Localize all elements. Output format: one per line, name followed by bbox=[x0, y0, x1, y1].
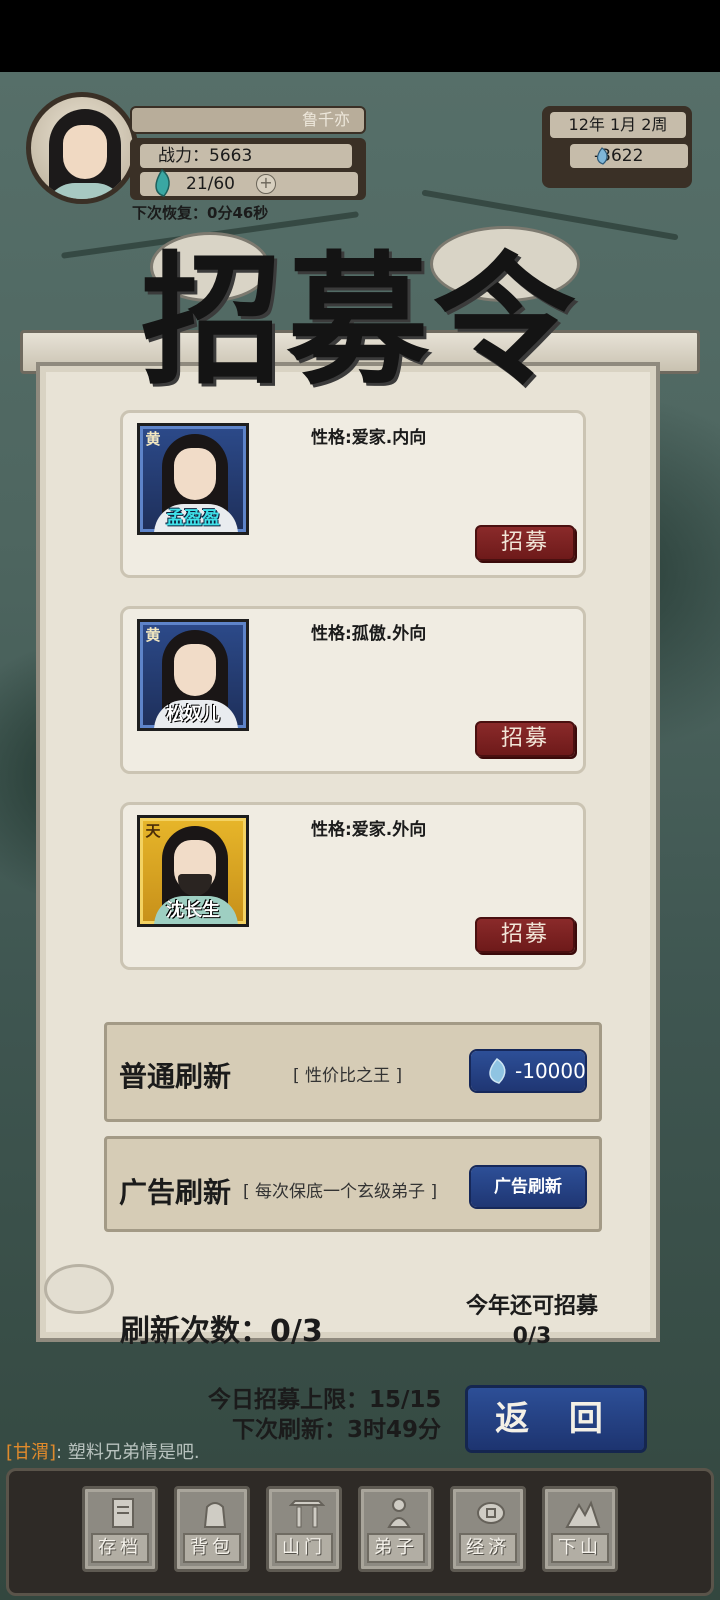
jade-currency-icon bbox=[597, 147, 608, 165]
player-name: 鲁千亦 bbox=[130, 106, 366, 134]
normal-refresh-box: 普通刷新 [ 性价比之王 ] -10000 bbox=[104, 1022, 602, 1122]
candidate-name: 孟盈盈 bbox=[166, 508, 220, 529]
candidate-trait: 性格:孤傲.外向 bbox=[311, 624, 427, 644]
refresh-count: 刷新次数：0/3 bbox=[120, 1314, 323, 1349]
jade-stamina-icon bbox=[155, 168, 170, 197]
mountain-icon bbox=[565, 1500, 601, 1528]
nav-disciples[interactable]: 弟子 bbox=[358, 1486, 434, 1572]
candidate-name: 松奴儿 bbox=[166, 704, 220, 725]
refresh-cost: -10000 bbox=[515, 1059, 586, 1083]
game-date: 12年 1月 2周 bbox=[550, 112, 686, 138]
ad-refresh-note: [ 每次保底一个玄级弟子 ] bbox=[243, 1182, 438, 1202]
candidate-portrait[interactable]: 黄 松奴儿 bbox=[137, 619, 249, 731]
daily-recruit-limit: 今日招募上限：15/15 bbox=[208, 1387, 442, 1413]
candidate-portrait[interactable]: 天 沈长生 bbox=[137, 815, 249, 927]
ad-refresh-button[interactable]: 广告刷新 bbox=[471, 1167, 585, 1207]
candidate-trait: 性格:爱家.外向 bbox=[311, 820, 427, 840]
nav-sect-gate[interactable]: 山门 bbox=[266, 1486, 342, 1572]
combat-power: 战力：5663 bbox=[140, 144, 352, 168]
candidate-name: 沈长生 bbox=[166, 900, 220, 921]
candidate-trait: 性格:爱家.内向 bbox=[311, 428, 427, 448]
add-stamina-button[interactable]: + bbox=[256, 174, 276, 194]
disciple-icon bbox=[387, 1498, 411, 1528]
grade-badge: 天 bbox=[145, 822, 161, 840]
next-refresh-timer: 下次刷新：3时49分 bbox=[232, 1417, 442, 1443]
grade-badge: 黄 bbox=[145, 430, 161, 448]
nav-save[interactable]: 存档 bbox=[82, 1486, 158, 1572]
nav-label: 山门 bbox=[275, 1533, 333, 1563]
candidate-card: 黄 孟盈盈 性格:爱家.内向 招募 bbox=[120, 410, 586, 578]
coin-icon bbox=[477, 1502, 505, 1524]
nav-label: 经济 bbox=[459, 1533, 517, 1563]
nav-economy[interactable]: 经济 bbox=[450, 1486, 526, 1572]
ad-refresh-label: 广告刷新 bbox=[119, 1176, 232, 1209]
stamina-value: 21/60 bbox=[186, 174, 235, 194]
candidate-card: 黄 松奴儿 性格:孤傲.外向 招募 bbox=[120, 606, 586, 774]
player-avatar[interactable] bbox=[26, 92, 138, 204]
candidate-card: 天 沈长生 性格:爱家.外向 招募 bbox=[120, 802, 586, 970]
normal-refresh-button[interactable]: -10000 bbox=[471, 1051, 586, 1091]
recruit-button[interactable]: 招募 bbox=[475, 525, 575, 561]
normal-refresh-label: 普通刷新 bbox=[119, 1060, 232, 1093]
nav-label: 存档 bbox=[91, 1533, 149, 1563]
jade-currency-icon bbox=[489, 1058, 506, 1084]
grade-badge: 黄 bbox=[145, 626, 161, 644]
chat-text: : 塑料兄弟情是吧. bbox=[56, 1442, 200, 1463]
recover-timer: 下次恢复：0分46秒 bbox=[132, 204, 269, 222]
bag-icon bbox=[203, 1502, 227, 1528]
nav-label: 下山 bbox=[551, 1533, 609, 1563]
scroll-icon bbox=[112, 1498, 134, 1528]
cloud-ornament-bottom-left bbox=[44, 1264, 114, 1314]
ad-refresh-box: 广告刷新 [ 每次保底一个玄级弟子 ] 广告刷新 bbox=[104, 1136, 602, 1232]
recruit-button[interactable]: 招募 bbox=[475, 917, 575, 953]
recruit-button[interactable]: 招募 bbox=[475, 721, 575, 757]
nav-descend-mountain[interactable]: 下山 bbox=[542, 1486, 618, 1572]
page-title: 招募令 bbox=[141, 238, 579, 404]
nav-label: 弟子 bbox=[367, 1533, 425, 1563]
money-value: -3622 bbox=[570, 144, 688, 168]
gate-icon bbox=[289, 1500, 325, 1528]
nav-label: 背包 bbox=[183, 1533, 241, 1563]
chat-message[interactable]: [甘渭]: 塑料兄弟情是吧. bbox=[6, 1438, 200, 1464]
nav-bag[interactable]: 背包 bbox=[174, 1486, 250, 1572]
normal-refresh-note: [ 性价比之王 ] bbox=[293, 1066, 403, 1086]
candidate-portrait[interactable]: 黄 孟盈盈 bbox=[137, 423, 249, 535]
back-button[interactable]: 返 回 bbox=[468, 1388, 644, 1450]
year-recruit-remaining: 今年还可招募0/3 bbox=[465, 1294, 598, 1349]
chat-sender: [甘渭] bbox=[6, 1442, 57, 1463]
